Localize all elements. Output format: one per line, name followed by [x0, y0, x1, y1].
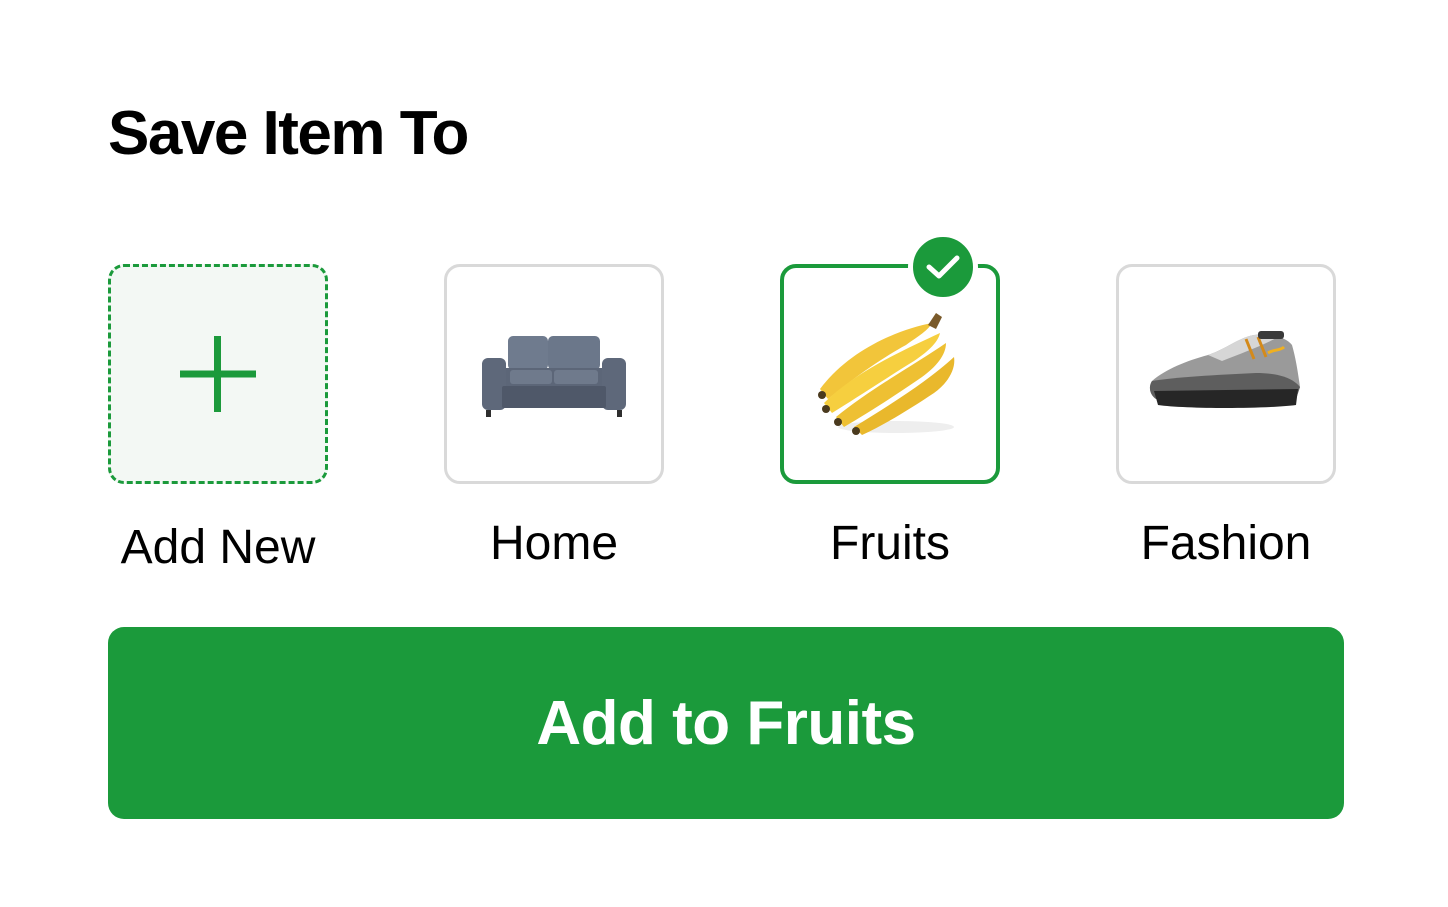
fruits-tile[interactable] [780, 232, 1000, 484]
selected-check-badge [908, 232, 978, 302]
fashion-tile[interactable] [1116, 264, 1336, 484]
home-tile[interactable] [444, 264, 664, 484]
check-icon [926, 255, 960, 279]
collection-fashion[interactable]: Fashion [1116, 264, 1336, 570]
add-new-tile[interactable] [108, 264, 328, 484]
fruits-label: Fruits [830, 517, 950, 570]
add-to-collection-button[interactable]: Add to Fruits [108, 627, 1344, 819]
fashion-label: Fashion [1140, 517, 1312, 570]
home-label: Home [489, 517, 619, 570]
plus-icon [180, 336, 256, 412]
sofa-image [482, 336, 626, 417]
add-new-label: Add New [120, 521, 316, 574]
sneaker-image [1149, 331, 1300, 408]
add-new-collection[interactable]: Add New [108, 264, 328, 574]
collection-home[interactable]: Home [444, 264, 664, 570]
banana-image [818, 313, 955, 435]
collection-fruits[interactable]: Fruits [780, 232, 1000, 570]
collection-list: Add New Home Fruits Fashion [0, 0, 1448, 600]
